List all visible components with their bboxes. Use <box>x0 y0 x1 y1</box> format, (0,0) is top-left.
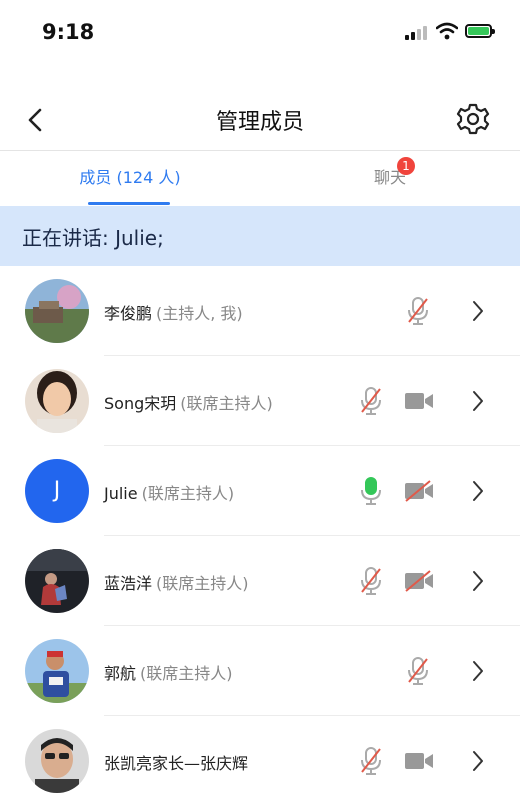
avatar <box>25 729 89 793</box>
video-camera-icon[interactable] <box>404 390 434 412</box>
member-role: (联席主持人) <box>156 574 249 593</box>
chevron-right-icon[interactable] <box>470 478 486 504</box>
member-name-line: Julie (联席主持人) <box>104 480 234 504</box>
mic-muted-icon[interactable] <box>406 656 430 686</box>
member-name-line: 张凯亮家长—张庆辉 <box>104 750 252 774</box>
member-name-line: 郭航 (联席主持人) <box>104 660 233 684</box>
tab-members[interactable]: 成员 (124 人) <box>0 151 260 205</box>
status-bar: 9:18 <box>0 0 520 64</box>
chat-unread-badge: 1 <box>397 157 415 175</box>
avatar-letter: J <box>25 459 89 523</box>
settings-gear-icon[interactable] <box>456 102 490 136</box>
member-row[interactable]: J Julie (联席主持人) <box>0 446 520 536</box>
nav-bar: 管理成员 <box>0 90 520 151</box>
chevron-right-icon[interactable] <box>470 388 486 414</box>
chevron-right-icon[interactable] <box>470 748 486 774</box>
member-name: Song宋玥 <box>104 394 177 413</box>
avatar <box>25 549 89 613</box>
page-title: 管理成员 <box>215 110 304 135</box>
avatar <box>25 279 89 343</box>
member-role: (联席主持人) <box>140 664 233 683</box>
chevron-right-icon[interactable] <box>470 658 486 684</box>
member-name: 张凯亮家长—张庆辉 <box>104 754 249 773</box>
member-row[interactable]: 蓝浩洋 (联席主持人) <box>0 536 520 626</box>
speaking-text: 正在讲话: Julie; <box>22 226 164 250</box>
member-name: Julie <box>104 484 138 503</box>
speaking-banner: 正在讲话: Julie; <box>0 206 520 266</box>
member-row[interactable]: Song宋玥 (联席主持人) <box>0 356 520 446</box>
battery-icon <box>465 24 495 38</box>
member-name-line: Song宋玥 (联席主持人) <box>104 390 273 414</box>
cellular-signal-icon <box>405 24 431 40</box>
member-name-line: 李俊鹏 (主持人, 我) <box>104 300 243 324</box>
wifi-icon <box>436 22 458 40</box>
avatar <box>25 369 89 433</box>
video-camera-off-icon[interactable] <box>404 480 434 502</box>
member-row[interactable]: 李俊鹏 (主持人, 我) <box>0 266 520 356</box>
status-time: 9:18 <box>42 20 95 44</box>
mic-muted-icon[interactable] <box>359 746 383 776</box>
video-camera-icon[interactable] <box>404 750 434 772</box>
chevron-right-icon[interactable] <box>470 298 486 324</box>
mic-muted-icon[interactable] <box>359 566 383 596</box>
avatar <box>25 639 89 703</box>
tab-bar: 成员 (124 人) 聊天 1 <box>0 151 520 205</box>
member-row[interactable]: 郭航 (联席主持人) <box>0 626 520 716</box>
member-role: (联席主持人) <box>141 484 235 503</box>
video-camera-off-icon[interactable] <box>404 570 434 592</box>
chevron-right-icon[interactable] <box>470 568 486 594</box>
mic-muted-icon[interactable] <box>359 386 383 416</box>
member-name: 李俊鹏 <box>104 304 153 323</box>
member-name: 郭航 <box>104 664 137 683</box>
mic-muted-icon[interactable] <box>406 296 430 326</box>
member-name: 蓝浩洋 <box>104 574 153 593</box>
member-role: (联席主持人) <box>180 394 273 413</box>
member-row[interactable]: 张凯亮家长—张庆辉 <box>0 716 520 806</box>
member-list: 李俊鹏 (主持人, 我) Song宋玥 (联席主持人) J Julie (联席主… <box>0 266 520 806</box>
member-name-line: 蓝浩洋 (联席主持人) <box>104 570 249 594</box>
active-tab-indicator <box>88 202 170 205</box>
mic-active-icon[interactable] <box>359 476 383 506</box>
member-role: (主持人, 我) <box>156 304 243 323</box>
tab-chat[interactable]: 聊天 <box>260 151 520 205</box>
